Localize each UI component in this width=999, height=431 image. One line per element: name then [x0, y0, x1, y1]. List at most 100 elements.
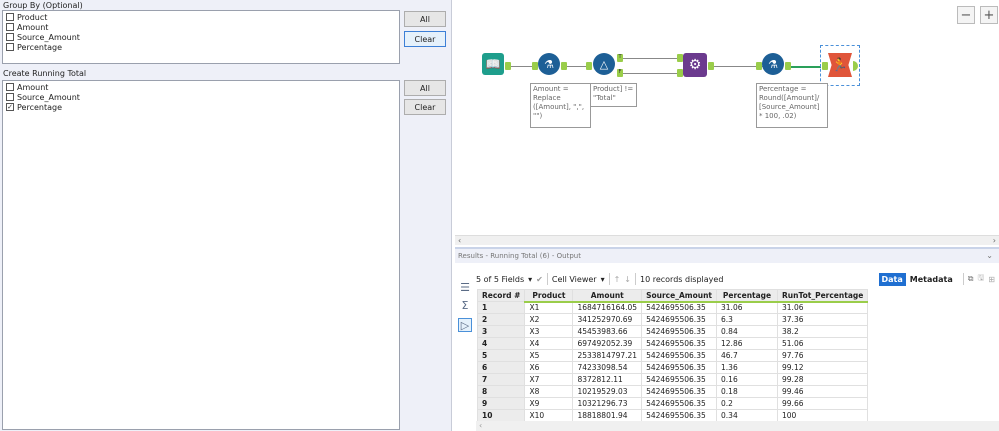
table-cell[interactable]: 18818801.94	[572, 409, 643, 422]
checkbox-box[interactable]	[6, 83, 14, 91]
table-cell[interactable]: 38.2	[777, 325, 869, 338]
table-cell[interactable]: 46.7	[716, 349, 779, 362]
table-cell[interactable]: 99.46	[777, 385, 869, 398]
table-cell[interactable]: 5424695506.35	[641, 361, 718, 374]
zoom-out-button[interactable]: −	[957, 6, 975, 24]
arrow-down-icon[interactable]: ↓	[624, 275, 631, 284]
canvas-horizontal-scrollbar[interactable]: ‹ ›	[455, 235, 999, 245]
table-cell[interactable]: 9	[476, 397, 526, 410]
table-cell[interactable]: 1684716164.05	[572, 301, 643, 314]
column-header[interactable]: RunTot_Percentage	[777, 289, 869, 303]
table-cell[interactable]: 10321296.73	[572, 397, 643, 410]
table-cell[interactable]: 0.34	[716, 409, 779, 422]
table-cell[interactable]: 6	[476, 361, 526, 374]
apply-check-icon[interactable]: ✔	[536, 275, 543, 284]
cell-viewer-dropdown[interactable]: Cell Viewer	[552, 275, 597, 284]
table-cell[interactable]: X1	[524, 301, 574, 314]
table-cell[interactable]: X2	[524, 313, 574, 326]
checkbox-source_amount[interactable]: Source_Amount	[3, 32, 399, 42]
table-cell[interactable]: 5424695506.35	[641, 325, 718, 338]
column-header[interactable]: Product	[524, 289, 574, 303]
summary-sigma-icon[interactable]: Σ	[458, 298, 472, 312]
table-cell[interactable]: 10	[476, 409, 526, 422]
table-cell[interactable]: 7	[476, 373, 526, 386]
checkbox-box[interactable]	[6, 13, 14, 21]
running-total-list[interactable]: Amount Source_Amount ✓ Percentage	[2, 80, 400, 430]
table-cell[interactable]: 74233098.54	[572, 361, 643, 374]
union-tool-gears-icon[interactable]: ⚙	[683, 53, 707, 77]
table-cell[interactable]: 1.36	[716, 361, 779, 374]
save-icon[interactable]: 🖫	[977, 272, 984, 286]
checkbox-source_amount[interactable]: Source_Amount	[3, 92, 399, 102]
table-cell[interactable]: X3	[524, 325, 574, 338]
table-cell[interactable]: 1	[476, 301, 526, 314]
group-by-list[interactable]: Product Amount Source_Amount Percentage	[2, 10, 400, 64]
table-cell[interactable]: 2533814797.21	[572, 349, 643, 362]
table-cell[interactable]: 3	[476, 325, 526, 338]
table-cell[interactable]: 31.06	[777, 301, 869, 314]
table-cell[interactable]: 5424695506.35	[641, 337, 718, 350]
column-header[interactable]: Amount	[572, 289, 643, 303]
table-cell[interactable]: 5424695506.35	[641, 409, 718, 422]
chevron-down-icon[interactable]: ▾	[528, 275, 532, 284]
table-horizontal-scrollbar[interactable]: ‹	[476, 421, 999, 431]
table-cell[interactable]: X6	[524, 361, 574, 374]
expand-icon[interactable]: ⊞	[988, 275, 995, 284]
table-cell[interactable]: 2	[476, 313, 526, 326]
tab-data[interactable]: Data	[878, 272, 906, 286]
table-cell[interactable]: 10219529.03	[572, 385, 643, 398]
table-cell[interactable]: 31.06	[716, 301, 779, 314]
workflow-canvas[interactable]: − + 📖 ⚗ △ T F ⚙ ⚗ 🏃 Amount = Replace ([A…	[455, 0, 999, 235]
table-cell[interactable]: 5	[476, 349, 526, 362]
table-cell[interactable]: 0.16	[716, 373, 779, 386]
checkbox-product[interactable]: Product	[3, 12, 399, 22]
chevron-down-icon[interactable]: ▾	[601, 275, 605, 284]
table-cell[interactable]: X5	[524, 349, 574, 362]
table-cell[interactable]: 99.66	[777, 397, 869, 410]
table-cell[interactable]: 45453983.66	[572, 325, 643, 338]
table-cell[interactable]: 99.28	[777, 373, 869, 386]
table-cell[interactable]: 0.2	[716, 397, 779, 410]
checkbox-box[interactable]	[6, 23, 14, 31]
checkbox-box[interactable]: ✓	[6, 103, 14, 111]
checkbox-amount[interactable]: Amount	[3, 22, 399, 32]
output-anchor-icon[interactable]: ▷	[458, 318, 472, 332]
formula-tool-flask-icon[interactable]: ⚗	[538, 53, 560, 75]
records-layout-icon[interactable]: ☰	[458, 280, 472, 294]
table-cell[interactable]: X7	[524, 373, 574, 386]
checkbox-box[interactable]	[6, 33, 14, 41]
table-cell[interactable]: 697492052.39	[572, 337, 643, 350]
table-cell[interactable]: 51.06	[777, 337, 869, 350]
column-header[interactable]: Percentage	[716, 289, 779, 303]
table-cell[interactable]: 12.86	[716, 337, 779, 350]
fields-dropdown[interactable]: 5 of 5 Fields	[476, 275, 524, 284]
filter-false-anchor[interactable]: F	[617, 69, 623, 77]
table-cell[interactable]: X4	[524, 337, 574, 350]
tab-metadata[interactable]: Metadata	[910, 275, 953, 284]
table-cell[interactable]: 8372812.11	[572, 373, 643, 386]
table-cell[interactable]: 341252970.69	[572, 313, 643, 326]
checkbox-box[interactable]	[6, 43, 14, 51]
running-total-clear-button[interactable]: Clear	[404, 99, 446, 115]
table-cell[interactable]: X8	[524, 385, 574, 398]
group-by-clear-button[interactable]: Clear	[404, 31, 446, 47]
collapse-chevron-icon[interactable]: ⌄	[986, 251, 993, 260]
checkbox-box[interactable]	[6, 93, 14, 101]
table-cell[interactable]: X9	[524, 397, 574, 410]
table-cell[interactable]: 97.76	[777, 349, 869, 362]
table-cell[interactable]: 0.18	[716, 385, 779, 398]
column-header[interactable]: Record #	[476, 289, 526, 302]
checkbox-percentage[interactable]: ✓ Percentage	[3, 102, 399, 112]
group-by-all-button[interactable]: All	[404, 11, 446, 27]
table-cell[interactable]: 37.36	[777, 313, 869, 326]
filter-tool-icon[interactable]: △	[593, 53, 615, 75]
formula-tool-flask-icon[interactable]: ⚗	[762, 53, 784, 75]
running-total-all-button[interactable]: All	[404, 80, 446, 96]
checkbox-amount[interactable]: Amount	[3, 82, 399, 92]
table-cell[interactable]: 5424695506.35	[641, 313, 718, 326]
table-cell[interactable]: 4	[476, 337, 526, 350]
arrow-up-icon[interactable]: ↑	[614, 275, 621, 284]
table-cell[interactable]: 6.3	[716, 313, 779, 326]
table-cell[interactable]: 5424695506.35	[641, 301, 718, 314]
table-cell[interactable]: 5424695506.35	[641, 373, 718, 386]
